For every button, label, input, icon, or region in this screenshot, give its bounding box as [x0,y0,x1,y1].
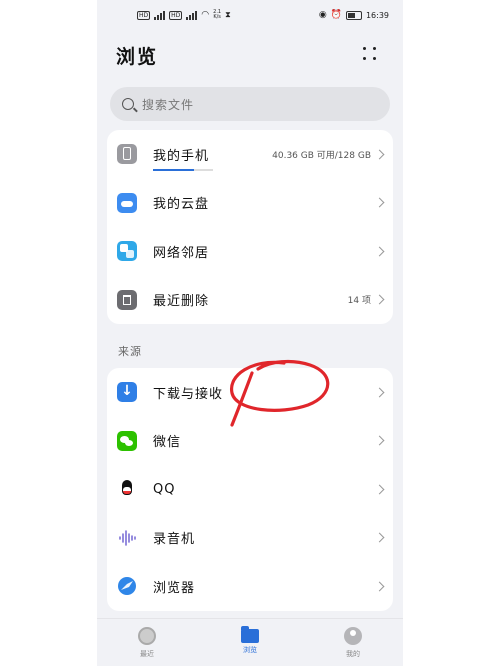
alarm-icon: ⏰ [330,10,342,20]
nav-mine[interactable]: 我的 [323,627,383,659]
nav-browse[interactable]: 浏览 [220,626,280,655]
signal-icon-2 [186,10,198,20]
status-right: ◉ ⏰ 16:39 [319,10,389,20]
bottom-navigation: 最近 浏览 我的 [97,618,403,666]
chevron-right-icon [374,294,385,305]
sim1-hd-badge: HD [137,10,151,20]
download-icon [117,382,137,403]
chevron-right-icon [374,387,385,398]
wechat-icon [117,430,137,451]
row-my-cloud[interactable]: 我的云盘 [107,179,393,228]
chevron-right-icon [374,246,385,257]
nav-label: 浏览 [243,646,257,654]
recorder-icon [117,528,137,548]
chevron-right-icon [374,581,385,592]
chevron-right-icon [374,484,385,495]
storage-info: 40.36 GB 可用/128 GB [272,150,371,161]
status-left: HD HD ◠ 2.1 K/s ⧗ [137,10,231,20]
row-recently-deleted[interactable]: 最近删除 14 项 [107,276,393,325]
chevron-right-icon [374,149,385,160]
network-icon [117,241,137,262]
signal-icon [154,10,166,20]
row-label: 网络邻居 [153,245,210,261]
battery-icon [345,10,362,20]
sources-section-label: 来源 [118,345,142,358]
row-recorder[interactable]: 录音机 [107,514,393,563]
row-label: QQ [153,481,176,497]
nav-recent[interactable]: 最近 [117,627,177,659]
sim2-hd-badge: HD [169,10,183,20]
browser-icon [117,576,137,596]
row-network-neighborhood[interactable]: 网络邻居 [107,227,393,276]
nav-label: 我的 [346,650,360,658]
search-bar[interactable]: 搜索文件 [110,87,390,121]
nav-label: 最近 [140,650,154,658]
eye-icon: ◉ [318,10,327,20]
row-label: 浏览器 [153,580,196,596]
file-manager-screen: HD HD ◠ 2.1 K/s ⧗ ◉ ⏰ 16:39 浏览 搜索文件 我的手机 [97,0,403,666]
row-label: 我的手机 [153,148,210,164]
folder-icon [241,626,259,643]
search-icon [122,98,134,110]
row-my-phone[interactable]: 我的手机 40.36 GB 可用/128 GB [107,130,393,179]
clock-time: 16:39 [365,10,389,20]
network-speed: 2.1 K/s [213,10,221,20]
row-label: 微信 [153,435,182,451]
row-label: 录音机 [153,532,196,548]
cloud-icon [117,192,137,213]
chevron-right-icon [374,435,385,446]
more-dots-icon[interactable] [363,47,377,61]
person-icon [344,627,362,645]
chevron-right-icon [374,197,385,208]
storage-card: 我的手机 40.36 GB 可用/128 GB 我的云盘 网络邻居 最近删除 1… [107,130,393,324]
page-title: 浏览 [116,46,159,68]
row-browser[interactable]: 浏览器 [107,562,393,611]
storage-progress-fill [153,168,194,171]
status-bar: HD HD ◠ 2.1 K/s ⧗ ◉ ⏰ 16:39 [97,8,403,26]
trash-icon [117,289,137,310]
phone-icon [117,144,137,165]
row-label: 下载与接收 [153,386,224,402]
chevron-right-icon [374,532,385,543]
row-label: 最近删除 [153,294,210,310]
deleted-count: 14 项 [347,296,371,307]
search-placeholder: 搜索文件 [142,97,195,112]
clock-icon [138,627,156,645]
storage-progress [153,168,213,171]
red-circle-annotation [230,359,330,427]
row-label: 我的云盘 [153,197,210,213]
wifi-icon: ◠ [201,10,210,20]
qq-icon [117,479,137,499]
network-speed-unit: K/s [213,14,221,20]
row-qq[interactable]: QQ [107,465,393,514]
hourglass-icon: ⧗ [225,10,231,19]
